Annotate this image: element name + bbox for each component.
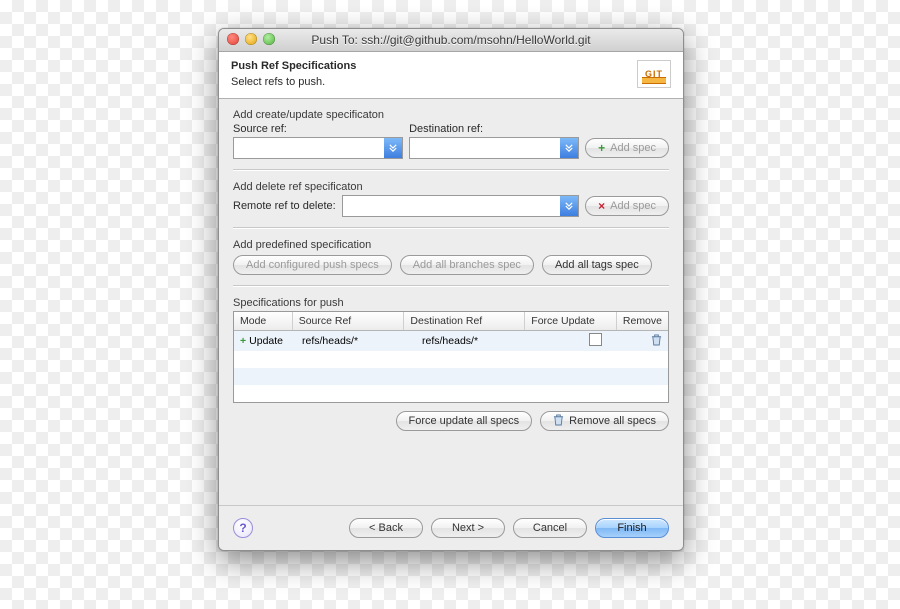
plus-icon: + bbox=[598, 142, 605, 154]
help-icon[interactable]: ? bbox=[233, 518, 253, 538]
titlebar[interactable]: Push To: ssh://git@github.com/msohn/Hell… bbox=[219, 29, 683, 52]
cell-source: refs/heads/* bbox=[296, 333, 416, 349]
force-update-all-button[interactable]: Force update all specs bbox=[396, 411, 533, 431]
trash-icon bbox=[553, 413, 564, 429]
force-all-label: Force update all specs bbox=[409, 415, 520, 427]
col-dest[interactable]: Destination Ref bbox=[404, 312, 525, 330]
next-button[interactable]: Next > bbox=[431, 518, 505, 538]
col-force[interactable]: Force Update bbox=[525, 312, 617, 330]
cell-mode: Update bbox=[249, 335, 283, 347]
remove-all-button[interactable]: Remove all specs bbox=[540, 411, 669, 431]
dropdown-icon[interactable] bbox=[560, 196, 578, 216]
add-spec-label: Add spec bbox=[610, 142, 656, 154]
dialog-window: Push To: ssh://git@github.com/msohn/Hell… bbox=[218, 28, 684, 551]
force-checkbox[interactable] bbox=[589, 333, 602, 346]
source-ref-input[interactable] bbox=[234, 138, 384, 158]
add-delete-spec-button[interactable]: × Add spec bbox=[585, 196, 669, 216]
table-body: +Update refs/heads/* refs/heads/* bbox=[234, 331, 668, 402]
spec-table: Mode Source Ref Destination Ref Force Up… bbox=[233, 311, 669, 403]
table-row bbox=[234, 368, 668, 385]
page-subtitle: Select refs to push. bbox=[231, 76, 356, 88]
back-button[interactable]: < Back bbox=[349, 518, 423, 538]
dropdown-icon[interactable] bbox=[560, 138, 578, 158]
col-source[interactable]: Source Ref bbox=[293, 312, 405, 330]
dest-ref-input[interactable] bbox=[410, 138, 560, 158]
create-update-label: Add create/update specificaton bbox=[233, 109, 669, 121]
add-spec-label: Add spec bbox=[610, 200, 656, 212]
remote-ref-label: Remote ref to delete: bbox=[233, 200, 336, 212]
x-icon: × bbox=[598, 200, 605, 212]
window-controls bbox=[227, 33, 275, 45]
cancel-button[interactable]: Cancel bbox=[513, 518, 587, 538]
remote-ref-input[interactable] bbox=[343, 196, 560, 216]
dest-ref-combo[interactable] bbox=[409, 137, 579, 159]
git-logo-icon: GIT bbox=[637, 60, 671, 88]
table-row bbox=[234, 351, 668, 368]
dialog-footer: ? < Back Next > Cancel Finish bbox=[219, 505, 683, 550]
table-row[interactable]: +Update refs/heads/* refs/heads/* bbox=[234, 331, 668, 351]
finish-button[interactable]: Finish bbox=[595, 518, 669, 538]
git-logo-text: GIT bbox=[645, 69, 663, 79]
predefined-label: Add predefined specification bbox=[233, 239, 669, 251]
col-remove[interactable]: Remove bbox=[617, 312, 668, 330]
remote-ref-combo[interactable] bbox=[342, 195, 579, 217]
remove-all-label: Remove all specs bbox=[569, 415, 656, 427]
window-title: Push To: ssh://git@github.com/msohn/Hell… bbox=[311, 33, 590, 47]
add-tags-button[interactable]: Add all tags spec bbox=[542, 255, 652, 275]
zoom-icon[interactable] bbox=[263, 33, 275, 45]
add-configured-button[interactable]: Add configured push specs bbox=[233, 255, 392, 275]
minimize-icon[interactable] bbox=[245, 33, 257, 45]
add-create-spec-button[interactable]: + Add spec bbox=[585, 138, 669, 158]
trash-icon[interactable] bbox=[651, 337, 662, 349]
source-ref-label: Source ref: bbox=[233, 123, 403, 135]
source-ref-combo[interactable] bbox=[233, 137, 403, 159]
add-branches-button[interactable]: Add all branches spec bbox=[400, 255, 534, 275]
page-title: Push Ref Specifications bbox=[231, 60, 356, 72]
cell-dest: refs/heads/* bbox=[416, 333, 546, 349]
table-header: Mode Source Ref Destination Ref Force Up… bbox=[234, 312, 668, 331]
close-icon[interactable] bbox=[227, 33, 239, 45]
dialog-header: Push Ref Specifications Select refs to p… bbox=[219, 52, 683, 99]
delete-spec-label: Add delete ref specificaton bbox=[233, 181, 669, 193]
spec-table-label: Specifications for push bbox=[233, 297, 669, 309]
plus-icon: + bbox=[240, 335, 246, 347]
dropdown-icon[interactable] bbox=[384, 138, 402, 158]
table-row bbox=[234, 385, 668, 402]
dest-ref-label: Destination ref: bbox=[409, 123, 579, 135]
col-mode[interactable]: Mode bbox=[234, 312, 293, 330]
